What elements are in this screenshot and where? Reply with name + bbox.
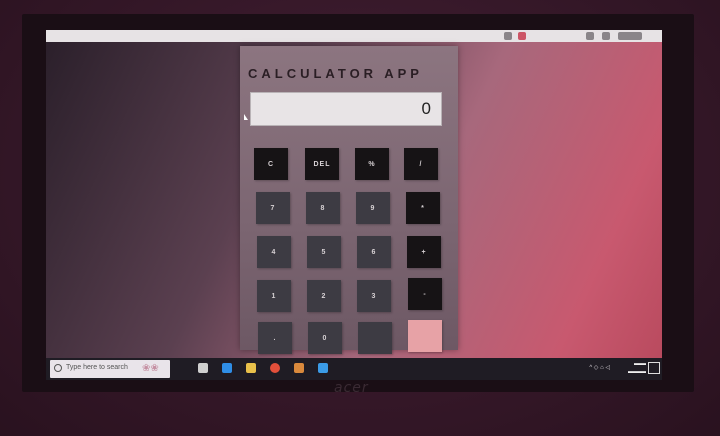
extension-icon[interactable]	[518, 32, 526, 40]
taskbar-clock[interactable]: ▬▬ ▬▬▬	[628, 360, 646, 376]
monitor-brand-logo: acer	[334, 380, 369, 396]
digit-6-button[interactable]: 6	[357, 236, 391, 268]
chrome-icon[interactable]	[270, 363, 280, 373]
vscode-icon[interactable]	[318, 363, 328, 373]
calculator-panel: CALCULATOR APP 0 C DEL % / 7 8 9 * 4 5 6…	[240, 46, 458, 354]
digit-1-button[interactable]: 1	[257, 280, 291, 312]
search-placeholder: Type here to search	[66, 364, 128, 371]
mouse-cursor	[244, 114, 248, 120]
multiply-button[interactable]: *	[406, 192, 440, 224]
system-tray[interactable]: ^ ◇ ⌂ ◁	[589, 364, 610, 371]
taskbar: Type here to search ❀❀ ^ ◇ ⌂ ◁ ▬▬ ▬▬▬	[46, 358, 662, 380]
notifications-icon[interactable]	[648, 362, 660, 374]
display-value: 0	[421, 99, 431, 118]
window-minimize-icon[interactable]	[586, 32, 594, 40]
digit-4-button[interactable]: 4	[257, 236, 291, 268]
percent-button[interactable]: %	[355, 148, 389, 180]
screen: CALCULATOR APP 0 C DEL % / 7 8 9 * 4 5 6…	[46, 30, 662, 380]
clear-button[interactable]: C	[254, 148, 288, 180]
digit-8-button[interactable]: 8	[306, 192, 340, 224]
taskbar-search-box[interactable]: Type here to search ❀❀	[50, 360, 170, 378]
digit-2-button[interactable]: 2	[307, 280, 341, 312]
divide-button[interactable]: /	[404, 148, 438, 180]
add-button[interactable]: +	[407, 236, 441, 268]
subtract-button[interactable]: -	[408, 278, 442, 310]
digit-7-button[interactable]: 7	[256, 192, 290, 224]
battery-icon	[618, 32, 642, 40]
digit-5-button[interactable]: 5	[307, 236, 341, 268]
search-icon	[54, 364, 62, 372]
edge-browser-icon[interactable]	[222, 363, 232, 373]
digit-0-button[interactable]: 0	[308, 322, 342, 354]
task-view-icon[interactable]	[198, 363, 208, 373]
window-maximize-icon[interactable]	[602, 32, 610, 40]
app-icon[interactable]	[294, 363, 304, 373]
decimal-button[interactable]: .	[258, 322, 292, 354]
file-explorer-icon[interactable]	[246, 363, 256, 373]
browser-toolbar	[46, 30, 662, 42]
calculator-display: 0	[250, 92, 442, 126]
delete-button[interactable]: DEL	[305, 148, 339, 180]
digit-3-button[interactable]: 3	[357, 280, 391, 312]
extension-icon[interactable]	[504, 32, 512, 40]
digit-button[interactable]	[358, 322, 392, 354]
monitor: acer CALCULATOR APP 0 C DEL % / 7 8 9 *	[22, 14, 694, 396]
equals-button[interactable]	[408, 320, 442, 352]
digit-9-button[interactable]: 9	[356, 192, 390, 224]
search-highlight-icon: ❀❀	[142, 363, 159, 374]
app-title: CALCULATOR APP	[248, 66, 423, 81]
